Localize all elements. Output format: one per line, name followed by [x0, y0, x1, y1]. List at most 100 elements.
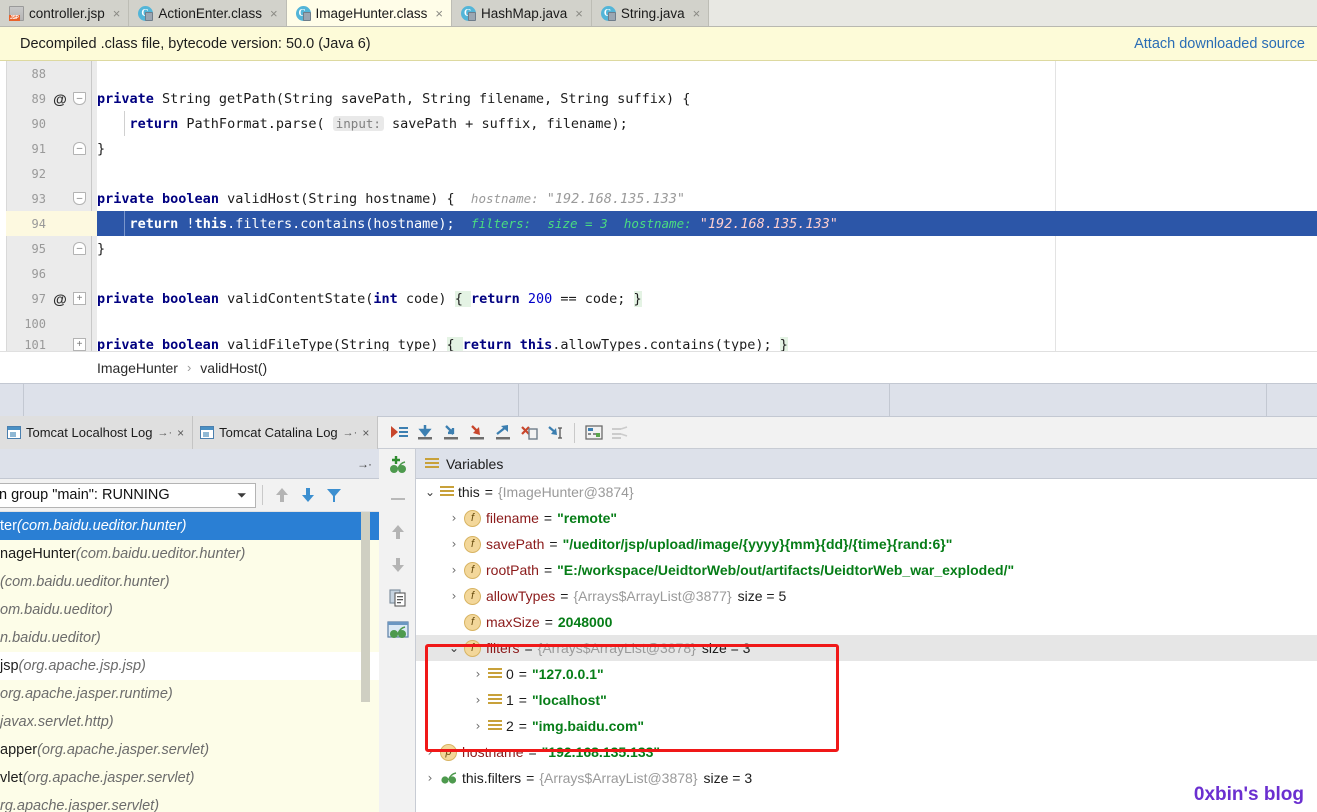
close-icon[interactable]: ×: [575, 7, 583, 20]
frame-row[interactable]: apper (org.apache.jasper.servlet): [0, 736, 379, 764]
chevron-right-icon[interactable]: ›: [468, 667, 488, 681]
variable-value: "/ueditor/jsp/upload/image/{yyyy}{mm}{dd…: [562, 536, 953, 552]
close-icon[interactable]: ×: [270, 7, 278, 20]
equals-sign: =: [518, 692, 527, 708]
chevron-down-icon[interactable]: ⌄: [420, 485, 440, 499]
editor-tab-hashmap-java[interactable]: HashMap.java ×: [451, 0, 592, 27]
inspect-variable-icon[interactable]: [379, 614, 416, 647]
close-icon[interactable]: ×: [435, 7, 443, 20]
drop-frame-icon[interactable]: [516, 420, 542, 446]
run-to-cursor-icon[interactable]: [542, 420, 568, 446]
variable-row-maxsize[interactable]: f maxSize = 2048000: [416, 609, 1317, 635]
add-watch-icon[interactable]: [379, 449, 416, 482]
editor-tab-string-java[interactable]: String.java ×: [591, 0, 710, 27]
show-execution-point-icon[interactable]: [386, 420, 412, 446]
gutter-line-93: 93 –: [6, 186, 97, 211]
frame-row[interactable]: javax.servlet.http): [0, 708, 379, 736]
close-icon[interactable]: ×: [113, 7, 121, 20]
frame-row[interactable]: om.baidu.ueditor): [0, 596, 379, 624]
breadcrumb-method[interactable]: validHost(): [200, 360, 267, 376]
fold-collapse-icon[interactable]: –: [73, 192, 86, 205]
editor-tab-imagehunter-class[interactable]: ImageHunter.class ×: [286, 0, 452, 27]
breadcrumb: ImageHunter › validHost(): [0, 351, 1317, 383]
variable-row-filename[interactable]: › f filename = "remote": [416, 505, 1317, 531]
log-tab-tomcat-catalina[interactable]: Tomcat Catalina Log →· ×: [193, 416, 379, 449]
equals-sign: =: [543, 562, 553, 578]
keyword-return: return: [129, 115, 179, 132]
variable-row-filters[interactable]: ⌄ f filters = {Arrays$ArrayList@3878} si…: [416, 635, 1317, 661]
inline-debug-hint-value: "192.168.135.133": [546, 190, 685, 207]
hide-pane-icon[interactable]: →·: [357, 457, 372, 471]
variable-row-savepath[interactable]: › f savePath = "/ueditor/jsp/upload/imag…: [416, 531, 1317, 557]
editor-tab-actionenter-class[interactable]: ActionEnter.class ×: [129, 0, 287, 27]
variable-row-allowtypes[interactable]: › f allowTypes = {Arrays$ArrayList@3877}…: [416, 583, 1317, 609]
attach-source-link[interactable]: Attach downloaded source: [1134, 36, 1305, 52]
variable-row-filters-0[interactable]: › 0 = "127.0.0.1": [416, 661, 1317, 687]
step-into-icon[interactable]: [438, 420, 464, 446]
watch-row-this-filters[interactable]: › this.filters = {Arrays$ArrayList@3878}…: [416, 765, 1317, 791]
chevron-right-icon[interactable]: ›: [468, 719, 488, 733]
breadcrumb-class[interactable]: ImageHunter: [97, 360, 178, 376]
frame-row[interactable]: nageHunter (com.baidu.ueditor.hunter): [0, 540, 379, 568]
fold-end-icon[interactable]: –: [73, 142, 86, 155]
frame-row[interactable]: n.baidu.ueditor): [0, 624, 379, 652]
line-number: 93: [31, 191, 46, 206]
editor-tab-controller-jsp[interactable]: controller.jsp ×: [0, 0, 130, 27]
frame-row[interactable]: rg.apache.jasper.servlet): [0, 792, 379, 812]
chevron-right-icon[interactable]: ›: [444, 589, 464, 603]
frame-row[interactable]: jsp (org.apache.jsp.jsp): [0, 652, 379, 680]
pin-icon[interactable]: →·: [157, 427, 172, 439]
variable-row-this[interactable]: ⌄ this = {ImageHunter@3874}: [416, 479, 1317, 505]
frame-row[interactable]: org.apache.jasper.runtime): [0, 680, 379, 708]
variable-name: savePath: [486, 536, 545, 552]
frame-row[interactable]: vlet (org.apache.jasper.servlet): [0, 764, 379, 792]
code-editor[interactable]: 88 89 @ – 90 91 – 92 93 – 94 95 – 96 97 …: [0, 61, 1317, 351]
chevron-right-icon[interactable]: ›: [468, 693, 488, 707]
frames-list[interactable]: ter (com.baidu.ueditor.hunter) nageHunte…: [0, 512, 379, 812]
frame-row-selected[interactable]: ter (com.baidu.ueditor.hunter): [0, 512, 379, 540]
fold-expand-icon[interactable]: +: [73, 292, 86, 305]
log-tab-tomcat-localhost[interactable]: Tomcat Localhost Log →· ×: [0, 416, 194, 449]
mute-breakpoints-icon[interactable]: [607, 420, 633, 446]
chevron-right-icon[interactable]: ›: [444, 563, 464, 577]
frames-filter-icon[interactable]: [321, 482, 347, 508]
force-step-into-icon[interactable]: [464, 420, 490, 446]
step-out-icon[interactable]: [490, 420, 516, 446]
chevron-down-icon[interactable]: ⏷: [231, 488, 251, 503]
close-icon[interactable]: ×: [693, 7, 701, 20]
fold-expand-icon[interactable]: +: [73, 338, 86, 351]
frames-scrollbar-thumb[interactable]: [361, 512, 370, 702]
variable-index: 1: [506, 692, 514, 708]
variable-row-rootpath[interactable]: › f rootPath = "E:/workspace/UeidtorWeb/…: [416, 557, 1317, 583]
thread-selector[interactable]: n group "main": RUNNING ⏷: [0, 482, 256, 508]
chevron-down-icon[interactable]: ⌄: [444, 641, 464, 655]
evaluate-expression-icon[interactable]: [581, 420, 607, 446]
code-text-area[interactable]: private String getPath(String savePath, …: [97, 61, 1317, 351]
remove-watch-icon[interactable]: [379, 482, 416, 515]
frame-package: (com.baidu.ueditor.hunter): [16, 518, 187, 534]
pin-icon[interactable]: →·: [343, 427, 358, 439]
fold-collapse-icon[interactable]: –: [73, 92, 86, 105]
close-icon[interactable]: ×: [177, 426, 184, 440]
chevron-right-icon[interactable]: ›: [420, 745, 440, 759]
frames-down-icon[interactable]: [295, 482, 321, 508]
frames-up-icon[interactable]: [269, 482, 295, 508]
chevron-right-icon[interactable]: ›: [444, 537, 464, 551]
line-number: 89: [31, 91, 46, 106]
frame-row[interactable]: (com.baidu.ueditor.hunter): [0, 568, 379, 596]
editor-gutter[interactable]: 88 89 @ – 90 91 – 92 93 – 94 95 – 96 97 …: [6, 61, 97, 351]
variables-tree[interactable]: ⌄ this = {ImageHunter@3874} › f filename…: [416, 479, 1317, 812]
move-watch-up-icon[interactable]: [379, 515, 416, 548]
gutter-line-95: 95 –: [6, 236, 97, 261]
close-icon[interactable]: ×: [362, 426, 369, 440]
move-watch-down-icon[interactable]: [379, 548, 416, 581]
copy-value-icon[interactable]: [379, 581, 416, 614]
chevron-right-icon[interactable]: ›: [420, 771, 440, 785]
variable-row-filters-1[interactable]: › 1 = "localhost": [416, 687, 1317, 713]
step-over-icon[interactable]: [412, 420, 438, 446]
chevron-right-icon[interactable]: ›: [444, 511, 464, 525]
variable-row-hostname[interactable]: › p hostname = "192.168.135.133": [416, 739, 1317, 765]
editor-tab-label: ImageHunter.class: [315, 6, 428, 21]
variable-row-filters-2[interactable]: › 2 = "img.baidu.com": [416, 713, 1317, 739]
fold-end-icon[interactable]: –: [73, 242, 86, 255]
